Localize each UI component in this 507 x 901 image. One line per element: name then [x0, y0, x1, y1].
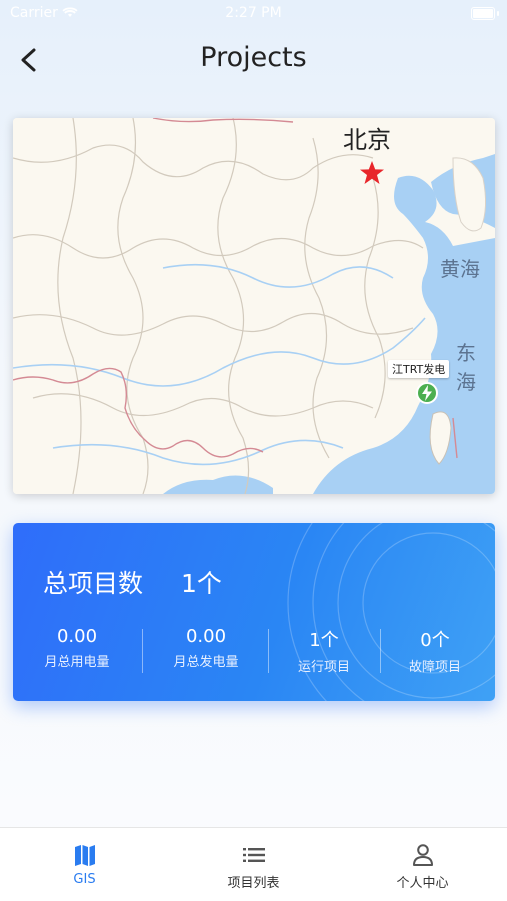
person-icon — [412, 844, 433, 866]
map-canvas — [13, 118, 495, 494]
gis-map[interactable]: 北京 黄海 东海 江TRT发电 — [13, 118, 495, 494]
stat-monthly-generation[interactable]: 0.00 月总发电量 — [142, 626, 270, 670]
total-projects-label: 总项目数 — [43, 569, 144, 598]
tab-bar: GIS 项目列表 个人中心 — [0, 827, 507, 901]
tab-label: GIS — [73, 872, 96, 887]
beijing-label: 北京 — [343, 126, 391, 154]
lightning-icon — [422, 385, 432, 401]
clock: 2:27 PM — [225, 5, 282, 21]
stat-running-projects[interactable]: 1个 运行项目 — [260, 626, 388, 675]
stat-label: 故障项目 — [408, 660, 461, 675]
sea-label-yellow: 黄海 — [440, 257, 480, 281]
stat-value: 0.00 — [185, 626, 227, 647]
map-icon — [74, 845, 95, 866]
tab-profile[interactable]: 个人中心 — [338, 828, 507, 901]
stat-label: 月总发电量 — [173, 655, 239, 670]
project-marker-label[interactable]: 江TRT发电 — [388, 360, 450, 378]
project-marker[interactable] — [416, 382, 438, 404]
stat-value: 0.00 — [56, 626, 98, 647]
project-summary-card: 总项目数 1个 0.00 月总用电量 0.00 月总发电量 1个 运行项目 0个… — [13, 523, 495, 701]
stat-faulty-projects[interactable]: 0个 故障项目 — [371, 626, 495, 675]
status-bar: Carrier 2:27 PM — [0, 0, 507, 28]
stat-label: 运行项目 — [297, 660, 350, 675]
tab-label: 个人中心 — [396, 876, 449, 891]
nav-bar: Projects — [0, 28, 507, 92]
total-projects-value: 1个 — [181, 569, 222, 598]
stat-value: 0个 — [420, 630, 450, 651]
stat-monthly-consumption[interactable]: 0.00 月总用电量 — [13, 626, 141, 670]
stat-label: 月总用电量 — [44, 655, 110, 670]
battery-icon — [471, 7, 499, 20]
sea-label-east: 东海 — [456, 341, 476, 394]
tab-label: 项目列表 — [227, 876, 280, 891]
list-icon — [242, 848, 265, 862]
page-title: Projects — [200, 42, 307, 73]
star-icon — [360, 161, 384, 184]
tab-project-list[interactable]: 项目列表 — [169, 828, 338, 901]
tab-gis[interactable]: GIS — [0, 828, 169, 901]
stat-value: 1个 — [309, 630, 339, 651]
